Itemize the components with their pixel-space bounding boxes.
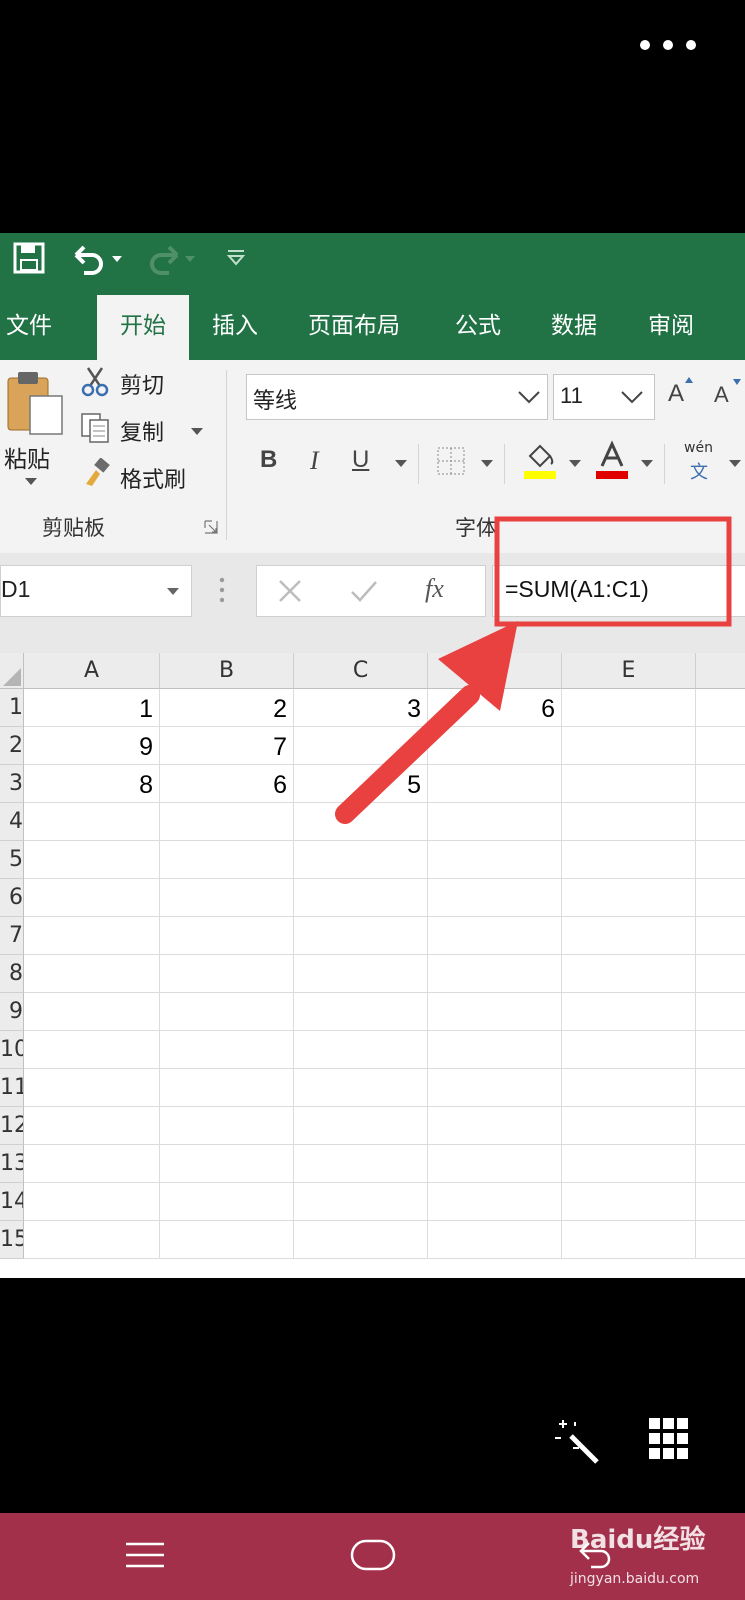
system-nav-bar: Baidu经验 jingyan.baidu.com <box>0 1513 745 1600</box>
pointer-arrow-icon <box>335 621 518 824</box>
excel-window: 文件 开始 插入 页面布局 公式 数据 审阅 粘贴 剪切 复制 格式刷 剪贴板 … <box>0 233 745 1278</box>
dot-icon <box>640 40 650 50</box>
dot-icon <box>686 40 696 50</box>
watermark-brand: Baidu经验 <box>570 1525 706 1555</box>
viewer-tools <box>0 1278 745 1513</box>
magic-wand-icon[interactable] <box>553 1418 603 1468</box>
home-icon[interactable] <box>350 1539 396 1571</box>
grid-apps-icon[interactable] <box>649 1418 689 1460</box>
menu-icon[interactable] <box>126 1541 164 1569</box>
annotation-overlay <box>335 516 732 824</box>
highlight-box <box>494 516 732 627</box>
more-options-button[interactable] <box>640 30 696 60</box>
dot-icon <box>663 40 673 50</box>
watermark-url: jingyan.baidu.com <box>570 1571 700 1587</box>
